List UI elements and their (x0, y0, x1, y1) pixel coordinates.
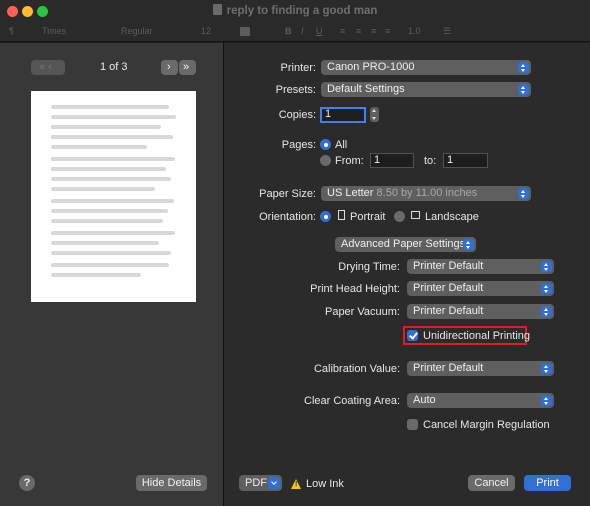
portrait-radio[interactable] (320, 211, 331, 222)
pages-to-field[interactable]: 1 (443, 153, 488, 168)
clear-coating-area-popup[interactable]: Auto (407, 393, 554, 408)
unidirectional-printing-label: Unidirectional Printing (423, 330, 530, 342)
font-family-menu[interactable]: Times (42, 26, 66, 36)
title-bar: reply to finding a good man (0, 0, 590, 22)
last-page-button[interactable]: » (179, 60, 196, 75)
presets-label: Presets: (275, 84, 316, 96)
printer-label: Printer: (280, 62, 316, 74)
popup-arrows-icon (463, 239, 474, 250)
drying-time-popup[interactable]: Printer Default (407, 259, 554, 274)
font-style-menu[interactable]: Regular (121, 26, 153, 36)
format-toolbar: ¶ Times Regular 12 B I U ≡ ≡ ≡ ≡ 1.0 ☰ (0, 22, 590, 42)
paper-size-popup[interactable]: US Letter 8.50 by 11.00 inches (321, 186, 531, 201)
pages-label: Pages: (281, 139, 316, 151)
popup-arrows-icon (541, 363, 552, 374)
popup-arrows-icon (518, 62, 529, 73)
window-title: reply to finding a good man (0, 4, 590, 17)
calibration-value-popup[interactable]: Printer Default (407, 361, 554, 376)
hide-details-button[interactable]: Hide Details (136, 475, 207, 491)
next-page-button[interactable]: › (161, 60, 178, 75)
orientation-label: Orientation: (259, 211, 316, 223)
landscape-orientation-icon (408, 210, 420, 221)
presets-popup[interactable]: Default Settings (321, 82, 531, 97)
clear-coating-area-label: Clear Coating Area: (304, 395, 400, 407)
popup-arrows-icon (541, 395, 552, 406)
bold-button[interactable]: B (285, 26, 292, 36)
paper-vacuum-label: Paper Vacuum: (324, 306, 400, 318)
portrait-label: Portrait (350, 211, 386, 223)
text-color-well[interactable] (240, 27, 250, 36)
pages-from-field[interactable]: 1 (370, 153, 414, 168)
landscape-radio[interactable] (394, 211, 405, 222)
line-spacing-menu[interactable]: 1.0 (408, 26, 421, 36)
print-settings-pane: Printer: Canon PRO-1000 Presets: Default… (224, 43, 590, 506)
cancel-button[interactable]: Cancel (468, 475, 515, 491)
popup-arrows-icon (541, 261, 552, 272)
document-icon (212, 4, 222, 15)
align-left-icon[interactable]: ≡ (340, 26, 345, 36)
low-ink-status[interactable]: Low Ink (306, 478, 344, 490)
align-justify-icon[interactable]: ≡ (385, 26, 390, 36)
calibration-value-label: Calibration Value: (313, 363, 400, 375)
cancel-margin-regulation-checkbox[interactable] (407, 419, 418, 430)
print-head-height-popup[interactable]: Printer Default (407, 281, 554, 296)
pages-to-label: to: (424, 155, 437, 167)
pages-all-radio[interactable] (320, 139, 331, 150)
paper-size-label: Paper Size: (259, 188, 316, 200)
popup-arrows-icon (541, 306, 552, 317)
drying-time-label: Drying Time: (338, 261, 400, 273)
align-right-icon[interactable]: ≡ (371, 26, 376, 36)
help-button[interactable]: ? (19, 475, 35, 491)
portrait-orientation-icon (334, 210, 346, 221)
landscape-label: Landscape (425, 211, 479, 223)
cancel-margin-regulation-label: Cancel Margin Regulation (423, 419, 550, 431)
copies-stepper[interactable] (370, 107, 379, 122)
print-head-height-label: Print Head Height: (310, 283, 400, 295)
chevron-down-icon (268, 477, 280, 489)
first-previous-page-buttons[interactable]: « ‹ (31, 60, 65, 75)
warning-icon: ! (291, 479, 301, 489)
paragraph-style-menu[interactable]: ¶ (9, 26, 14, 36)
page-indicator: 1 of 3 (100, 61, 128, 73)
pdf-menu-button[interactable]: PDF (239, 475, 282, 491)
chevron-right-icon: › (167, 61, 171, 73)
popup-arrows-icon (518, 188, 529, 199)
pages-all-label: All (335, 139, 348, 151)
list-style-icon[interactable]: ☰ (443, 26, 451, 37)
double-chevron-right-icon: » (183, 61, 190, 73)
pages-from-label: From: (335, 155, 364, 167)
font-size-field[interactable]: 12 (201, 26, 211, 36)
align-center-icon[interactable]: ≡ (356, 26, 361, 36)
pages-range-radio[interactable] (320, 155, 331, 166)
copies-field[interactable]: 1 (320, 107, 366, 123)
printer-popup[interactable]: Canon PRO-1000 (321, 60, 531, 75)
paper-vacuum-popup[interactable]: Printer Default (407, 304, 554, 319)
settings-section-popup[interactable]: Advanced Paper Settings (335, 237, 476, 252)
underline-button[interactable]: U (316, 26, 323, 36)
print-button[interactable]: Print (524, 475, 571, 491)
italic-button[interactable]: I (301, 26, 304, 36)
unidirectional-printing-checkbox[interactable] (407, 330, 418, 341)
copies-label: Copies: (278, 109, 316, 121)
page-thumbnail (31, 91, 196, 302)
popup-arrows-icon (541, 283, 552, 294)
popup-arrows-icon (518, 84, 529, 95)
print-preview-pane: « ‹ 1 of 3 › » ? Hide Details (0, 43, 223, 506)
